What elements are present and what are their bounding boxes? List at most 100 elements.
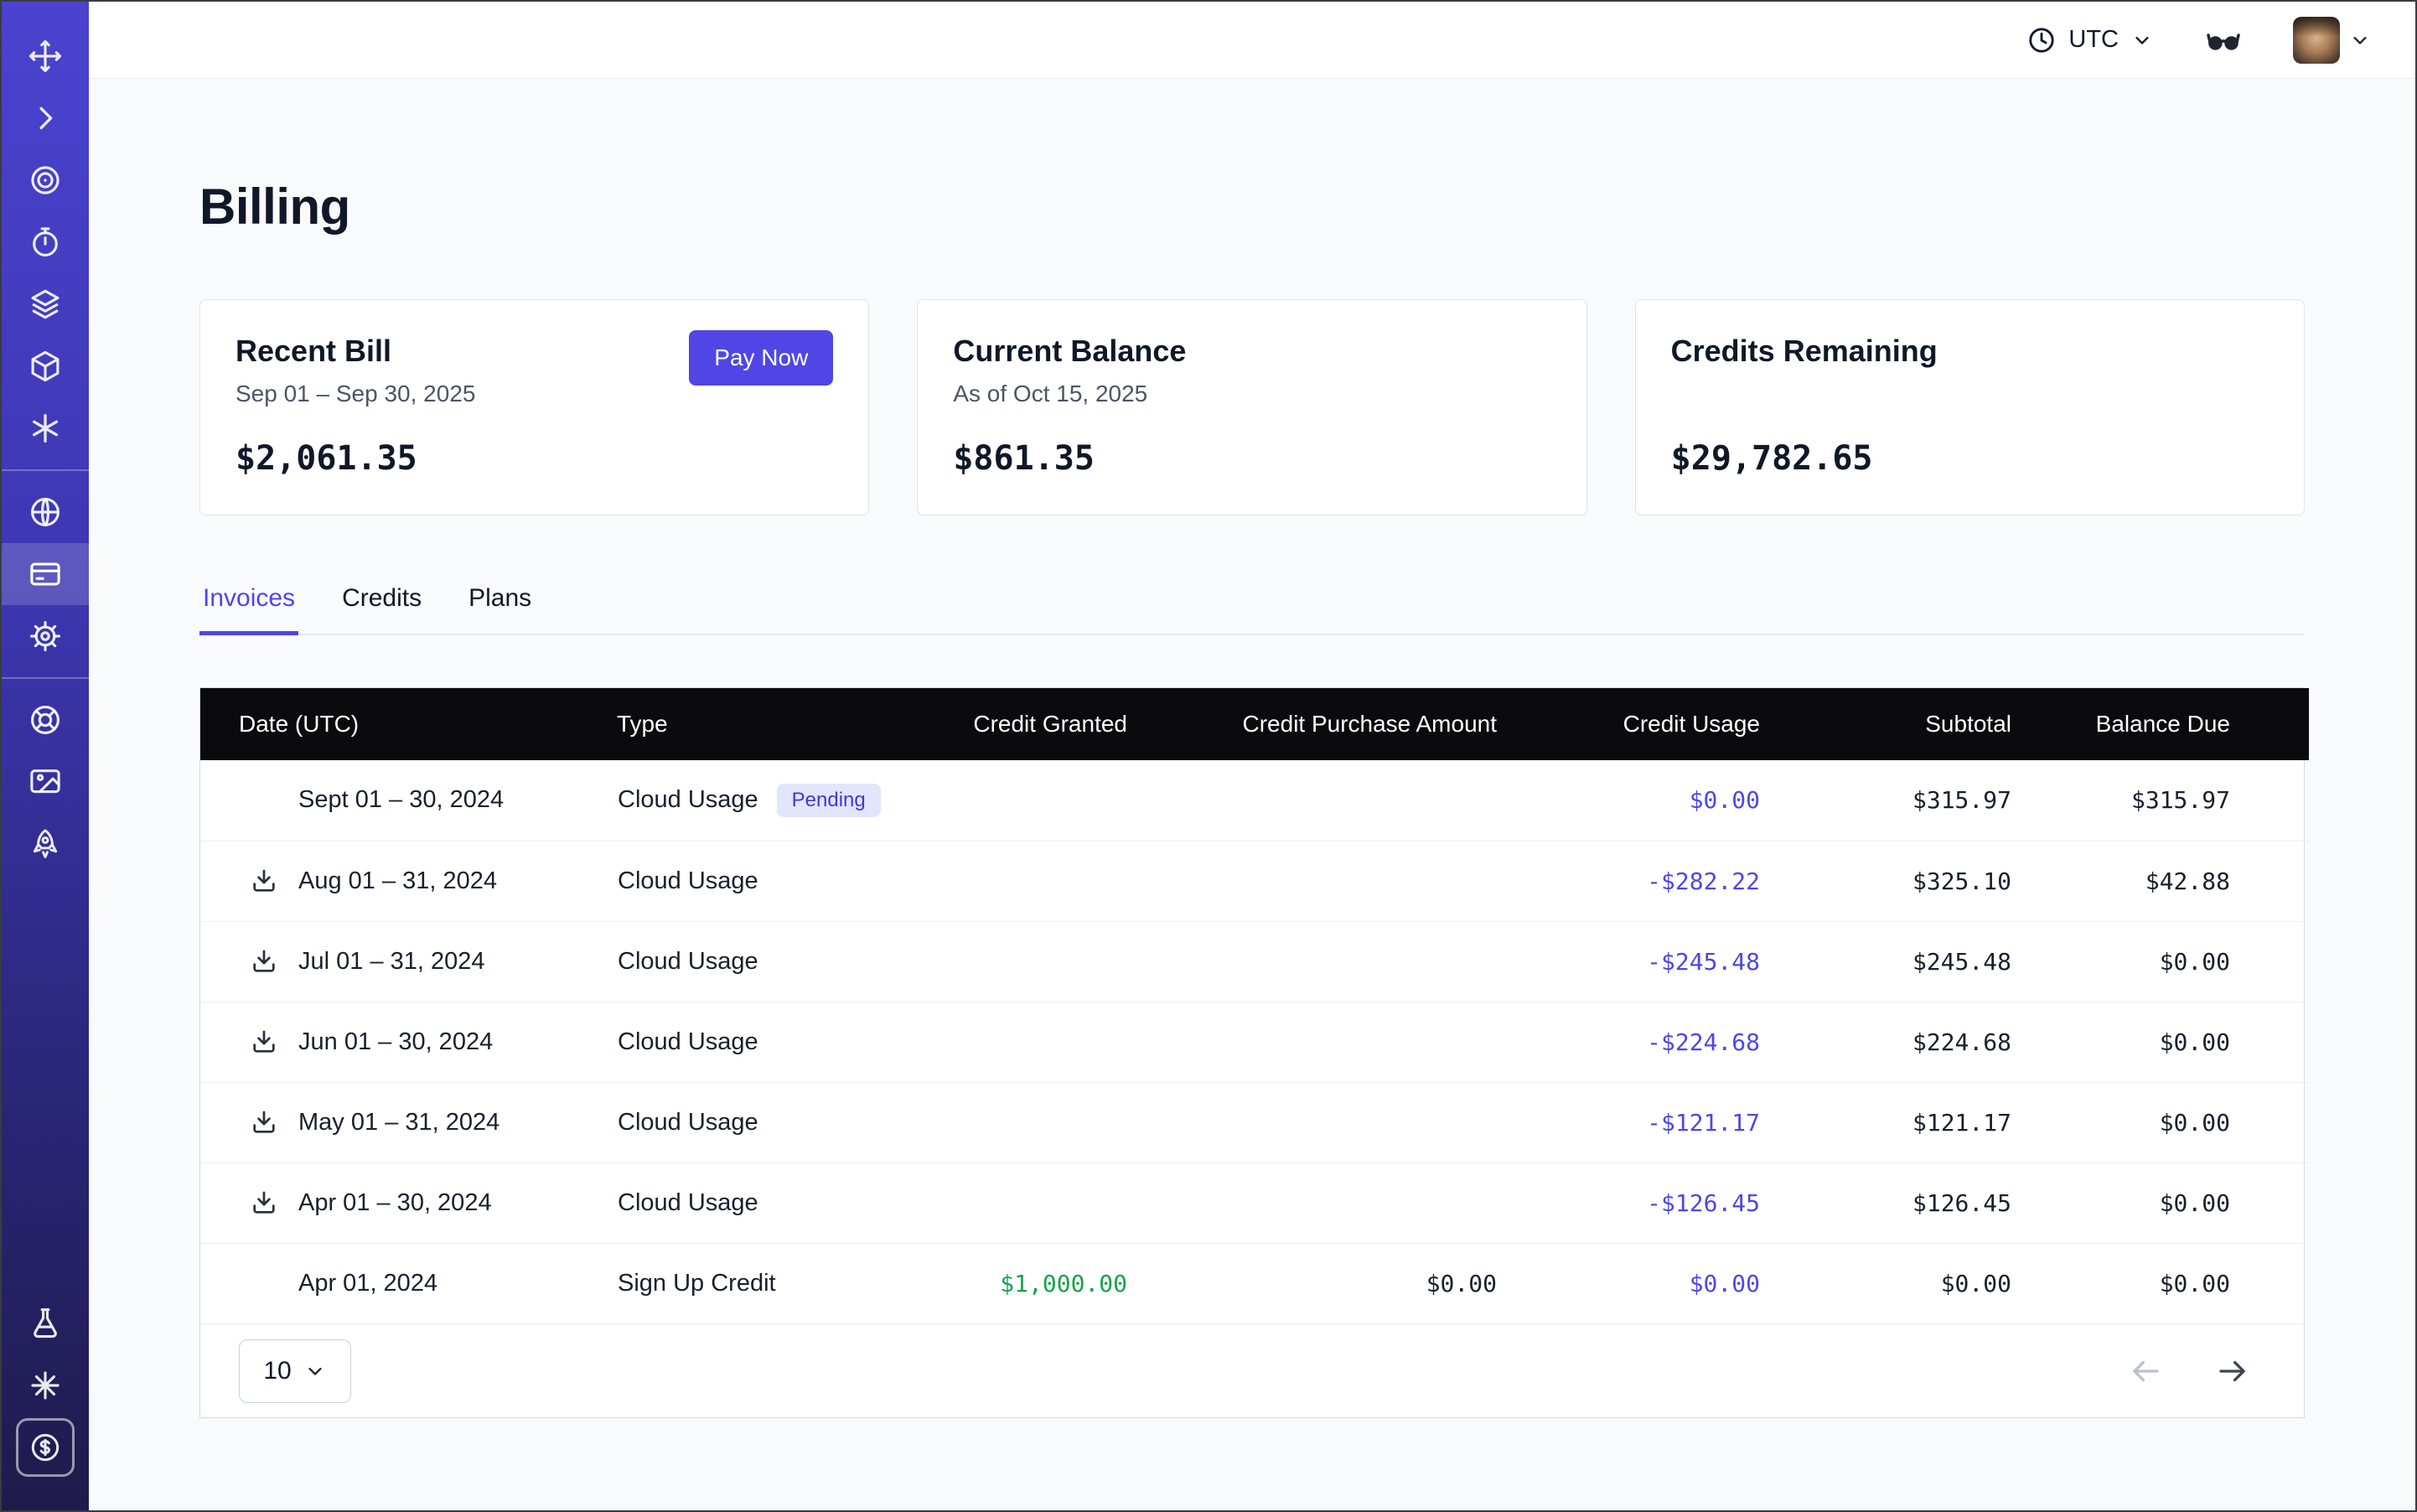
sidebar-item-layers[interactable]: [2, 273, 89, 335]
credit-granted-cell: [924, 1082, 1167, 1162]
subtotal-cell: $121.17: [1800, 1082, 2052, 1162]
sidebar-item-logo[interactable]: [2, 25, 89, 87]
billing-card-icon: [28, 557, 63, 592]
chevron-down-icon: [303, 1359, 327, 1383]
table-row: Aug 01 – 31, 2024 Cloud Usage -$282.22 $…: [200, 841, 2309, 921]
download-invoice-button[interactable]: [248, 1106, 280, 1138]
tab-credits[interactable]: Credits: [339, 584, 425, 635]
sidebar-item-display[interactable]: [2, 751, 89, 813]
timer-icon: [28, 225, 63, 260]
summary-cards: Recent Bill Sep 01 – Sep 30, 2025 Pay No…: [199, 299, 2305, 515]
sidebar-item-expand[interactable]: [2, 87, 89, 149]
sidebar-item-support[interactable]: [2, 689, 89, 751]
credit-granted-cell: [924, 921, 1167, 1002]
arrow-right-icon: [2215, 1354, 2250, 1389]
globe-icon: [28, 495, 63, 530]
credit-granted-cell: [924, 841, 1167, 921]
timezone-button[interactable]: UTC: [2021, 24, 2159, 56]
sidebar-item-snowflake[interactable]: [2, 1354, 89, 1416]
col-balance-due: Balance Due: [2052, 688, 2309, 760]
download-icon: [250, 1188, 278, 1217]
table-row: Apr 01, 2024 Sign Up Credit $1,000.00 $0…: [200, 1243, 2309, 1323]
move-logo-icon: [28, 39, 63, 74]
dollar-badge-icon: [28, 1431, 62, 1464]
lifebuoy-icon: [28, 702, 63, 738]
sidebar-item-timer[interactable]: [2, 211, 89, 273]
subtotal-cell: $245.48: [1800, 921, 2052, 1002]
invoice-date: May 01 – 31, 2024: [298, 1109, 499, 1137]
user-menu-button[interactable]: [2288, 16, 2377, 65]
download-invoice-button[interactable]: [248, 945, 280, 977]
gear-icon: [28, 619, 63, 654]
sidebar-item-dollar[interactable]: [2, 1416, 89, 1478]
sidebar-divider: [2, 469, 89, 471]
col-credit-granted: Credit Granted: [924, 688, 1167, 760]
credit-purchase-cell: [1167, 760, 1537, 841]
credit-usage-cell: -$224.68: [1537, 1002, 1800, 1082]
balance-due-cell: $42.88: [2052, 841, 2309, 921]
main-area: UTC Billing: [89, 2, 2415, 1510]
sidebar-item-billing[interactable]: [2, 543, 89, 605]
sidebar-item-globe[interactable]: [2, 481, 89, 543]
credit-usage-cell: -$282.22: [1537, 841, 1800, 921]
next-page-button[interactable]: [2215, 1354, 2250, 1389]
asterisk-icon: [28, 411, 63, 446]
col-type: Type: [617, 688, 924, 760]
snowflake-icon: [28, 1368, 63, 1403]
table-row: Sept 01 – 30, 2024 Cloud Usage Pending $…: [200, 760, 2309, 841]
balance-due-cell: $0.00: [2052, 1243, 2309, 1323]
card-subtitle: Sep 01 – Sep 30, 2025: [235, 381, 475, 407]
target-icon: [28, 163, 63, 198]
chevron-down-icon: [2130, 28, 2154, 52]
glasses-button[interactable]: [2204, 21, 2243, 60]
tab-plans[interactable]: Plans: [465, 584, 535, 635]
recent-bill-amount: $2,061.35: [235, 439, 417, 478]
display-icon: [28, 764, 63, 800]
page-size-select[interactable]: 10: [239, 1339, 351, 1403]
tab-invoices[interactable]: Invoices: [199, 584, 298, 635]
chevron-down-icon: [2348, 28, 2372, 52]
sidebar-item-cube[interactable]: [2, 335, 89, 397]
invoice-type: Cloud Usage: [618, 1109, 758, 1137]
avatar: [2293, 17, 2340, 64]
download-invoice-button[interactable]: [248, 865, 280, 897]
download-invoice-button[interactable]: [248, 1026, 280, 1058]
col-credit-usage: Credit Usage: [1537, 688, 1800, 760]
cube-icon: [28, 349, 63, 384]
previous-page-button[interactable]: [2128, 1354, 2163, 1389]
col-subtotal: Subtotal: [1800, 688, 2052, 760]
balance-due-cell: $0.00: [2052, 921, 2309, 1002]
credit-granted-cell: [924, 1002, 1167, 1082]
credit-usage-cell: $0.00: [1537, 760, 1800, 841]
invoice-date: Apr 01 – 30, 2024: [298, 1189, 492, 1217]
sidebar-divider: [2, 677, 89, 679]
sidebar-item-flask[interactable]: [2, 1292, 89, 1354]
sidebar-item-asterisk[interactable]: [2, 397, 89, 459]
chevron-right-icon: [28, 101, 63, 136]
download-invoice-button[interactable]: [248, 1187, 280, 1219]
sidebar-item-rocket[interactable]: [2, 813, 89, 875]
pagination: [2128, 1354, 2250, 1389]
timezone-label: UTC: [2068, 26, 2119, 54]
sidebar-item-target[interactable]: [2, 149, 89, 211]
rocket-icon: [28, 826, 63, 862]
table-header-row: Date (UTC) Type Credit Granted Credit Pu…: [200, 688, 2309, 760]
subtotal-cell: $224.68: [1800, 1002, 2052, 1082]
pay-now-button[interactable]: Pay Now: [689, 330, 833, 386]
invoice-type: Cloud Usage: [618, 867, 758, 895]
dollar-badge-frame: [16, 1418, 75, 1477]
invoice-date: Aug 01 – 31, 2024: [298, 867, 497, 895]
download-icon: [250, 1028, 278, 1056]
page-size-value: 10: [263, 1357, 291, 1385]
current-balance-card: Current Balance As of Oct 15, 2025 $861.…: [917, 299, 1586, 515]
download-icon: [250, 1108, 278, 1137]
table-row: May 01 – 31, 2024 Cloud Usage -$121.17 $…: [200, 1082, 2309, 1162]
billing-tabs: Invoices Credits Plans: [199, 584, 2305, 635]
balance-due-cell: $0.00: [2052, 1002, 2309, 1082]
credit-usage-cell: $0.00: [1537, 1243, 1800, 1323]
sidebar: [2, 2, 89, 1510]
invoice-type: Cloud Usage: [618, 1028, 758, 1056]
credit-purchase-cell: [1167, 841, 1537, 921]
sidebar-item-settings[interactable]: [2, 605, 89, 667]
card-subtitle: As of Oct 15, 2025: [953, 381, 1550, 407]
